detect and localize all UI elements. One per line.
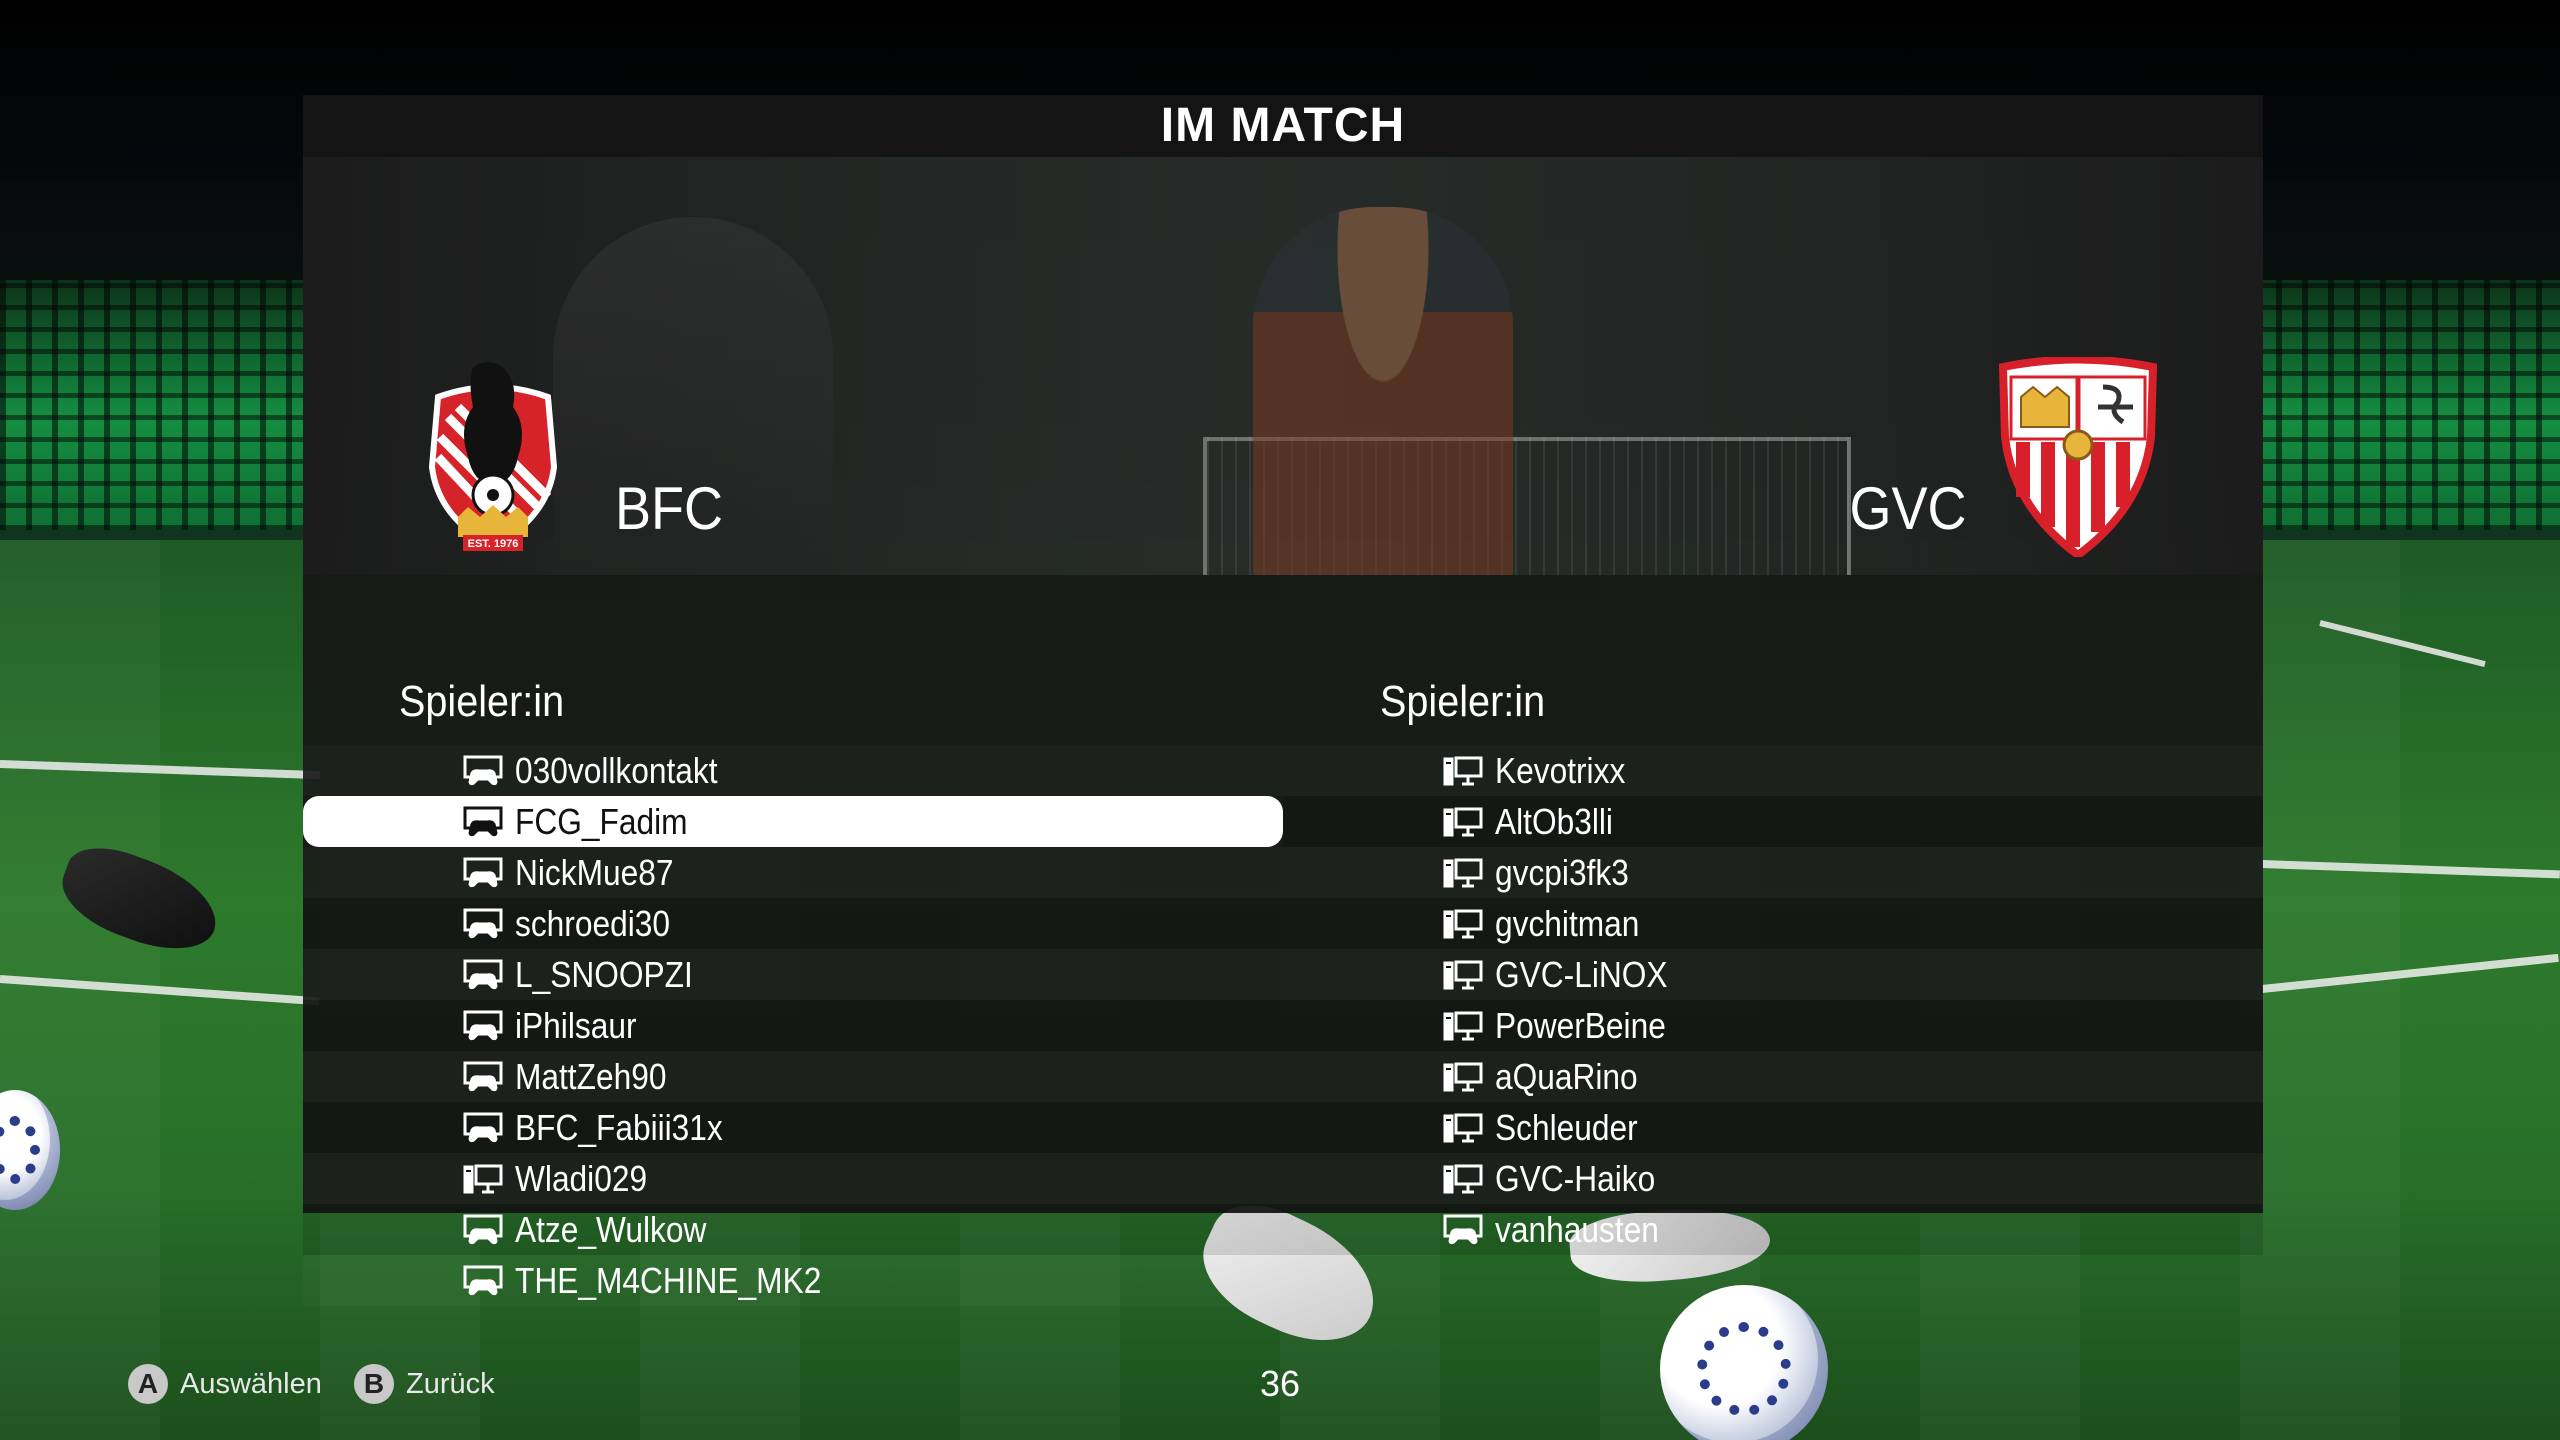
player-name: GVC-Haiko [1495, 1158, 1656, 1199]
console-controller-icon [463, 959, 503, 991]
away-player-row[interactable]: vanhausten [1283, 1204, 2263, 1255]
pc-monitor-icon [1443, 959, 1483, 991]
pc-monitor-icon [1443, 806, 1483, 838]
pc-monitor-icon [463, 1163, 503, 1195]
player-name: THE_M4CHINE_MK2 [515, 1260, 822, 1301]
pc-monitor-icon [1443, 755, 1483, 787]
console-controller-icon [463, 908, 503, 940]
player-name: AltOb3lli [1495, 801, 1613, 842]
player-name: vanhausten [1495, 1209, 1659, 1250]
pc-monitor-icon [1443, 1061, 1483, 1093]
player-name: gvcpi3fk3 [1495, 852, 1629, 893]
a-button-icon: A [128, 1364, 168, 1404]
player-name: L_SNOOPZI [515, 954, 693, 995]
background-figure [1253, 207, 1513, 575]
away-player-row[interactable]: PowerBeine [1283, 1000, 2263, 1051]
player-name: aQuaRino [1495, 1056, 1638, 1097]
home-team-name: BFC [615, 475, 723, 542]
home-player-row[interactable]: THE_M4CHINE_MK2 [303, 1255, 1283, 1306]
player-name: MattZeh90 [515, 1056, 667, 1097]
home-player-row[interactable]: MattZeh90 [303, 1051, 1283, 1102]
player-name: 030vollkontakt [515, 750, 718, 791]
home-player-row[interactable]: FCG_Fadim [303, 796, 1283, 847]
player-name: PowerBeine [1495, 1005, 1666, 1046]
console-controller-icon [463, 857, 503, 889]
player-name: BFC_Fabiii31x [515, 1107, 723, 1148]
home-player-row[interactable]: 030vollkontakt [303, 745, 1283, 796]
bfc-crest-text: EST. 1976 [468, 538, 519, 550]
select-button[interactable]: A Auswählen [128, 1362, 322, 1406]
pc-monitor-icon [1443, 1010, 1483, 1042]
player-name: Schleuder [1495, 1107, 1638, 1148]
away-player-row[interactable]: GVC-LiNOX [1283, 949, 2263, 1000]
countdown-timer: 36 [1259, 1363, 1301, 1404]
console-controller-icon [463, 1112, 503, 1144]
player-name: FCG_Fadim [515, 801, 688, 842]
console-controller-icon [463, 1265, 503, 1297]
player-name: Kevotrixx [1495, 750, 1626, 791]
console-controller-icon [463, 1214, 503, 1246]
b-button-icon: B [354, 1364, 394, 1404]
away-team-name: GVC [1849, 475, 1967, 542]
pc-monitor-icon [1443, 857, 1483, 889]
away-player-row[interactable]: gvchitman [1283, 898, 2263, 949]
away-player-row[interactable]: Schleuder [1283, 1102, 2263, 1153]
match-banner: EST. 1976 BFC GVC [303, 157, 2263, 575]
console-controller-icon [1443, 1214, 1483, 1246]
player-name: iPhilsaur [515, 1005, 637, 1046]
home-player-row[interactable]: NickMue87 [303, 847, 1283, 898]
gvc-crest-icon [1998, 357, 2158, 557]
home-player-row[interactable]: schroedi30 [303, 898, 1283, 949]
pc-monitor-icon [1443, 908, 1483, 940]
match-lobby-panel: IM MATCH EST. 1976 BFC GVC Spieler:in Sp… [303, 95, 2263, 1301]
away-player-row[interactable]: Kevotrixx [1283, 745, 2263, 796]
home-player-row[interactable]: iPhilsaur [303, 1000, 1283, 1051]
away-player-list: Kevotrixx AltOb3lli gvcpi3fk3 gvchitman GVC-… [1283, 745, 2263, 1255]
console-controller-icon [463, 806, 503, 838]
console-controller-icon [463, 1061, 503, 1093]
player-name: GVC-LiNOX [1495, 954, 1668, 995]
pc-monitor-icon [1443, 1163, 1483, 1195]
home-player-row[interactable]: Atze_Wulkow [303, 1204, 1283, 1255]
console-controller-icon [463, 755, 503, 787]
away-player-row[interactable]: AltOb3lli [1283, 796, 2263, 847]
home-player-row[interactable]: BFC_Fabiii31x [303, 1102, 1283, 1153]
stands-left [0, 280, 320, 530]
page-title: IM MATCH [1160, 99, 1406, 152]
home-player-row[interactable]: L_SNOOPZI [303, 949, 1283, 1000]
player-name: Atze_Wulkow [515, 1209, 707, 1250]
home-column-header: Spieler:in [399, 677, 565, 726]
player-name: gvchitman [1495, 903, 1640, 944]
bfc-crest-icon: EST. 1976 [428, 362, 558, 551]
select-button-label: Auswählen [180, 1367, 322, 1400]
home-player-list: 030vollkontakt FCG_Fadim NickMue87 schroedi… [303, 745, 1283, 1306]
away-player-row[interactable]: GVC-Haiko [1283, 1153, 2263, 1204]
back-button[interactable]: B Zurück [354, 1362, 495, 1406]
home-player-row[interactable]: Wladi029 [303, 1153, 1283, 1204]
console-controller-icon [463, 1010, 503, 1042]
football [1660, 1285, 1828, 1440]
away-player-row[interactable]: aQuaRino [1283, 1051, 2263, 1102]
player-name: Wladi029 [515, 1158, 648, 1199]
away-column-header: Spieler:in [1380, 677, 1546, 726]
player-name: NickMue87 [515, 852, 674, 893]
stands-right [2250, 280, 2560, 530]
away-player-row[interactable]: gvcpi3fk3 [1283, 847, 2263, 898]
back-button-label: Zurück [406, 1367, 495, 1400]
pc-monitor-icon [1443, 1112, 1483, 1144]
player-name: schroedi30 [515, 903, 670, 944]
